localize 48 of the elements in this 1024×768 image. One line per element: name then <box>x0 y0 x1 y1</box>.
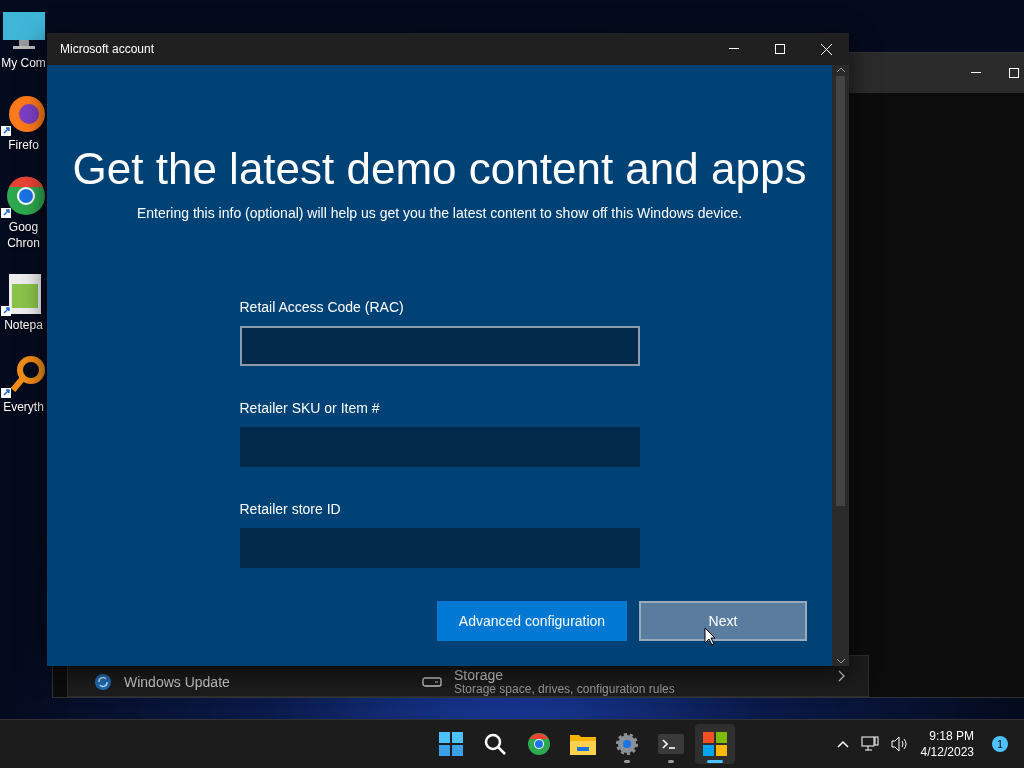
input-field[interactable] <box>239 528 640 568</box>
notification-badge[interactable]: 1 <box>992 736 1008 752</box>
four-squares-icon <box>703 732 728 756</box>
input-field[interactable] <box>239 427 640 467</box>
input-field[interactable] <box>239 326 640 366</box>
drive-icon <box>422 677 442 687</box>
clock-date[interactable]: 4/12/2023 <box>920 745 974 759</box>
scroll-down-icon[interactable] <box>836 659 845 664</box>
gear-icon <box>615 732 640 756</box>
chevron-right-icon <box>838 670 846 682</box>
folder-icon <box>570 733 597 755</box>
field-label: Retail Access Code (RAC) <box>239 299 405 315</box>
desktop-icon-label: Everyth <box>3 400 44 414</box>
desktop-icon-label: Firefo <box>8 138 39 152</box>
desktop-icon-label: Notepa <box>4 318 43 332</box>
field-label: Retailer SKU or Item # <box>239 400 381 416</box>
maximize-icon[interactable] <box>1009 68 1019 78</box>
network-icon[interactable] <box>860 736 879 752</box>
terminal-icon <box>658 734 685 754</box>
advanced-configuration-button[interactable]: Advanced configuration <box>437 601 627 641</box>
subtitle: Entering this info (optional) will help us get you the latest content to show off this Windows device. <box>136 205 743 221</box>
search-icon <box>483 732 508 756</box>
chrome-icon <box>527 732 552 756</box>
setting-title: Storage <box>454 668 505 683</box>
mouse-cursor-icon <box>704 627 716 646</box>
chrome-icon[interactable] <box>0 174 47 218</box>
windows-logo-icon <box>439 732 464 756</box>
scroll-up-icon[interactable] <box>836 67 845 72</box>
sync-icon <box>94 673 112 691</box>
window-title: Microsoft account <box>60 42 156 56</box>
desktop-icon-label: Chron <box>7 236 40 250</box>
heading: Get the latest demo content and apps <box>72 143 807 195</box>
clock-time[interactable]: 9:18 PM <box>929 729 974 743</box>
desktop-icon-label: Goog <box>8 220 39 234</box>
field-label: Retailer store ID <box>239 501 342 517</box>
taskbar-app-button[interactable] <box>695 724 736 764</box>
setting-title: Windows Update <box>124 674 230 690</box>
volume-icon[interactable] <box>890 736 909 752</box>
maximize-icon <box>775 44 785 54</box>
next-button[interactable]: Next <box>639 601 807 641</box>
minimize-icon[interactable] <box>971 72 981 74</box>
magnifier-icon[interactable] <box>0 354 47 398</box>
close-icon <box>820 43 832 55</box>
desktop-icon-label: My Com <box>1 56 46 70</box>
scrollbar[interactable] <box>832 65 849 666</box>
chevron-up-icon[interactable] <box>836 740 849 748</box>
minimize-icon <box>729 48 739 50</box>
setting-description: Storage space, drives, configuration rules <box>454 683 675 696</box>
